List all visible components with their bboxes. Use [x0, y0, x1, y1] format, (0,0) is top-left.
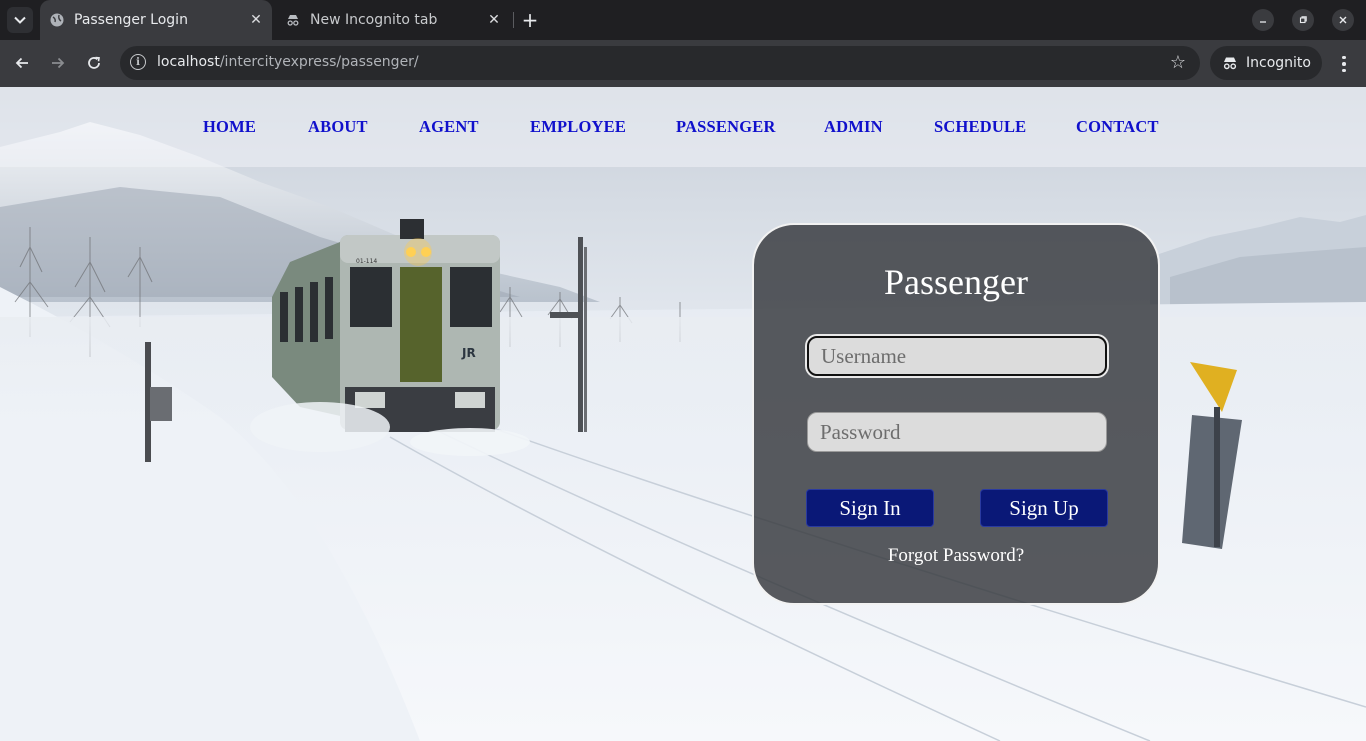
url-text[interactable]: localhost/intercityexpress/passenger/: [157, 54, 419, 70]
nav-link-agent[interactable]: AGENT: [419, 117, 479, 137]
address-bar[interactable]: i localhost/intercityexpress/passenger/ …: [120, 46, 1200, 80]
tab-new-incognito[interactable]: New Incognito tab ✕: [276, 0, 510, 40]
sign-in-button[interactable]: Sign In: [806, 489, 934, 527]
browser-menu-icon[interactable]: [1334, 52, 1354, 76]
incognito-profile-button[interactable]: Incognito: [1210, 46, 1322, 80]
close-tab-icon[interactable]: ✕: [484, 10, 504, 30]
login-title: Passenger: [884, 262, 1028, 302]
nav-link-about[interactable]: ABOUT: [308, 117, 368, 137]
globe-icon: [50, 13, 64, 27]
snowy-train-background-image: JR 01-114: [0, 122, 1366, 741]
tab-title: Passenger Login: [74, 12, 188, 28]
tab-passenger-login[interactable]: Passenger Login ✕: [40, 0, 272, 40]
incognito-label: Incognito: [1246, 55, 1311, 71]
back-arrow-icon[interactable]: [11, 52, 33, 74]
sign-up-button[interactable]: Sign Up: [980, 489, 1108, 527]
close-tab-icon[interactable]: ✕: [246, 10, 266, 30]
forgot-password-link[interactable]: Forgot Password?: [754, 545, 1158, 567]
incognito-icon: [286, 13, 300, 27]
new-tab-plus-icon[interactable]: +: [519, 9, 541, 31]
chevron-down-icon: [14, 16, 26, 24]
browser-tab-strip: Passenger Login ✕ New Incognito tab ✕ +: [0, 0, 1366, 40]
nav-link-schedule[interactable]: SCHEDULE: [934, 117, 1026, 137]
reload-icon[interactable]: [83, 52, 105, 74]
site-info-icon[interactable]: i: [130, 54, 146, 70]
incognito-icon: [1223, 57, 1237, 70]
username-input[interactable]: [807, 336, 1107, 376]
browser-toolbar: i localhost/intercityexpress/passenger/ …: [0, 40, 1366, 87]
restore-icon[interactable]: [1292, 9, 1314, 31]
nav-link-admin[interactable]: ADMIN: [824, 117, 883, 137]
tab-search-button[interactable]: [7, 7, 33, 33]
site-navigation: HOME ABOUT AGENT EMPLOYEE PASSENGER ADMI…: [0, 87, 1366, 167]
close-window-icon[interactable]: [1332, 9, 1354, 31]
tab-title: New Incognito tab: [310, 12, 438, 28]
nav-link-home[interactable]: HOME: [203, 117, 256, 137]
svg-text:01-114: 01-114: [356, 258, 377, 265]
bookmark-star-icon[interactable]: ☆: [1170, 52, 1186, 73]
forward-arrow-icon[interactable]: [47, 52, 69, 74]
nav-link-contact[interactable]: CONTACT: [1076, 117, 1159, 137]
svg-text:JR: JR: [461, 346, 476, 360]
nav-link-employee[interactable]: EMPLOYEE: [530, 117, 626, 137]
password-input[interactable]: [807, 412, 1107, 452]
tab-divider: [513, 12, 514, 28]
page-content: JR 01-114 HOME ABOUT AGENT EMPLOYEE PASS…: [0, 87, 1366, 741]
minimize-icon[interactable]: [1252, 9, 1274, 31]
nav-link-passenger[interactable]: PASSENGER: [676, 117, 776, 137]
passenger-login-card: Passenger Sign In Sign Up Forgot Passwor…: [752, 223, 1160, 605]
